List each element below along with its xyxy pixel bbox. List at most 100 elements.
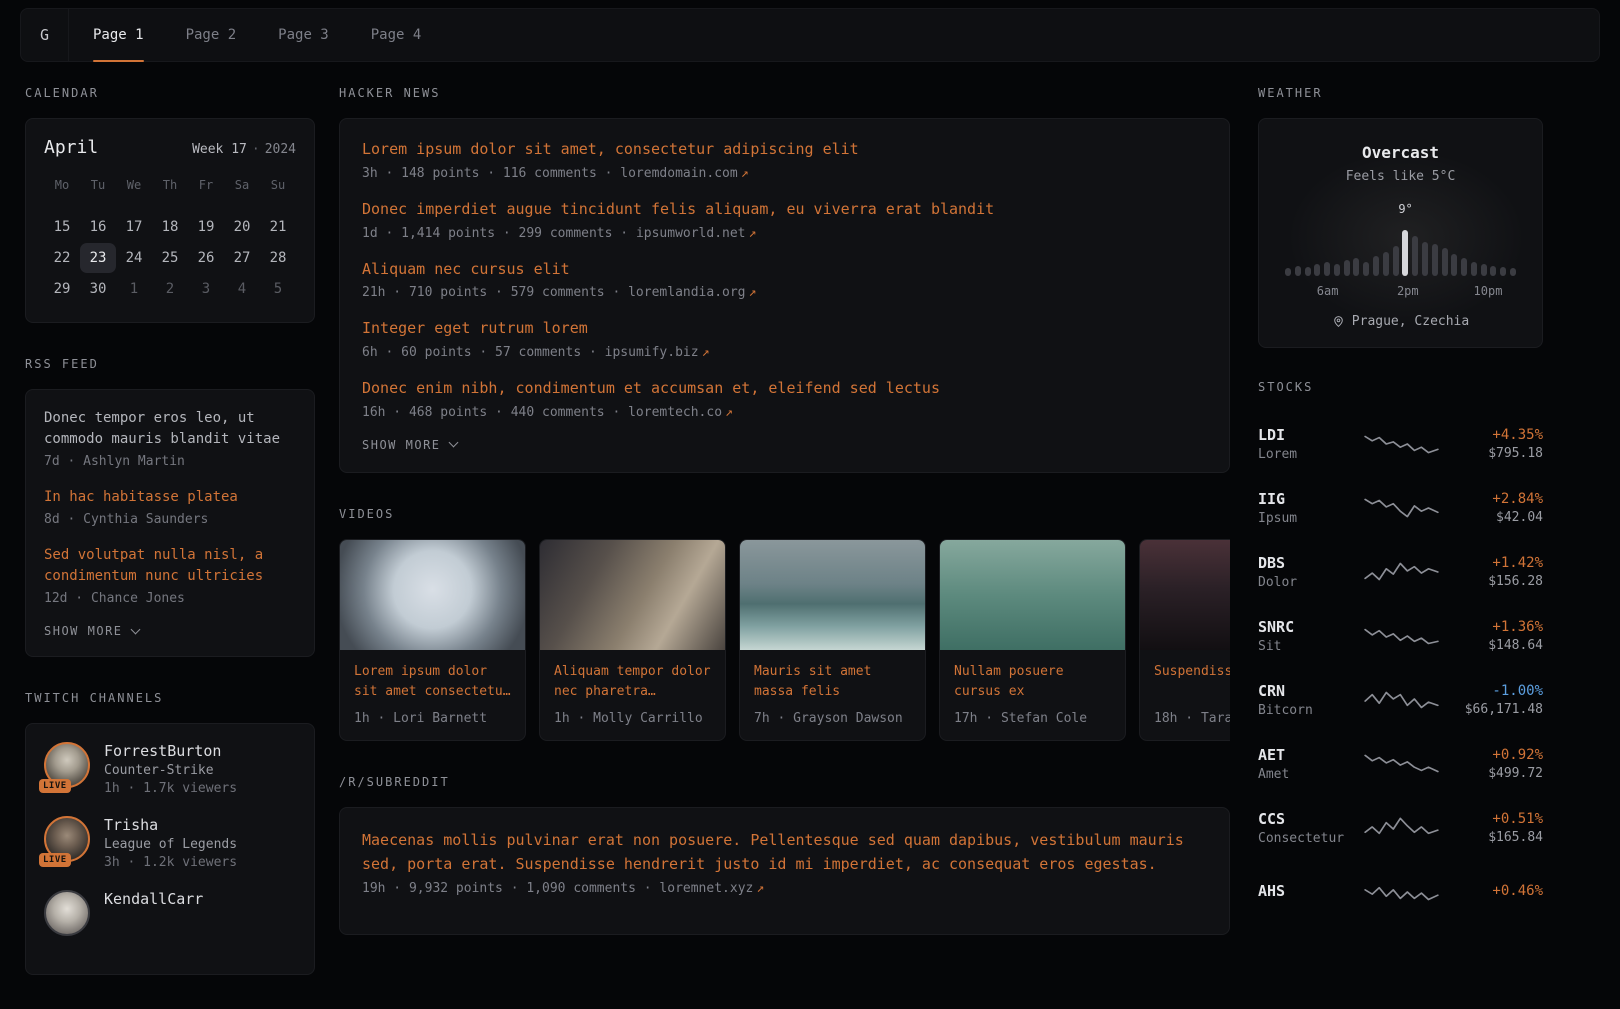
stock-price: $42.04 <box>1447 510 1543 525</box>
stock-row[interactable]: AHS +0.46% <box>1258 860 1543 924</box>
stock-change: +2.84% <box>1447 491 1543 507</box>
tab-page-2[interactable]: Page 2 <box>186 9 237 61</box>
top-bar: G Page 1 Page 2 Page 3 Page 4 <box>20 8 1600 62</box>
stock-row[interactable]: LDI Lorem +4.35% $795.18 <box>1258 412 1543 476</box>
stock-symbol: DBS <box>1258 554 1356 572</box>
hn-item-title[interactable]: Donec enim nibh, condimentum et accumsan… <box>362 378 1207 400</box>
hn-item-title[interactable]: Integer eget rutrum lorem <box>362 318 1207 340</box>
middle-column: HACKER NEWS Lorem ipsum dolor sit amet, … <box>339 86 1230 969</box>
weekday-label: We <box>116 172 152 198</box>
calendar-day: 24 <box>116 243 152 273</box>
rss-item-title[interactable]: Sed volutpat nulla nisl, a condimentum n… <box>44 545 296 587</box>
weather-bar <box>1393 246 1399 276</box>
hacker-news-section-title: HACKER NEWS <box>339 86 1230 100</box>
video-card[interactable]: Suspendisse diam 18h · Tara <box>1139 539 1230 741</box>
video-card-body: Suspendisse diam 18h · Tara <box>1140 650 1230 740</box>
stock-change: +1.36% <box>1447 619 1543 635</box>
external-link-icon: ↗ <box>749 285 757 300</box>
rss-item-meta: 12d · Chance Jones <box>44 591 296 606</box>
hn-item-title[interactable]: Donec imperdiet augue tincidunt felis al… <box>362 199 1207 221</box>
page-content: CALENDAR April Week 17·2024 Mo Tu We Th … <box>0 62 1620 1009</box>
show-more-label: SHOW MORE <box>362 438 441 452</box>
stock-sparkline <box>1356 685 1447 715</box>
external-link-icon: ↗ <box>702 345 710 360</box>
calendar-day: 21 <box>260 212 296 242</box>
stock-name: Lorem <box>1258 447 1356 462</box>
tab-page-3[interactable]: Page 3 <box>278 9 329 61</box>
subreddit-section-title: /R/SUBREDDIT <box>339 775 1230 789</box>
tab-page-1[interactable]: Page 1 <box>93 9 144 61</box>
hn-domain-link[interactable]: ipsumify.biz↗ <box>605 345 710 360</box>
stock-sparkline <box>1356 877 1447 907</box>
weather-bar <box>1422 242 1428 276</box>
stock-values: +1.42% $156.28 <box>1447 555 1543 589</box>
weather-bar <box>1412 236 1418 276</box>
chevron-down-icon <box>130 624 140 634</box>
weather-bar <box>1383 252 1389 276</box>
separator-dot: · <box>252 142 260 157</box>
stock-name: Dolor <box>1258 575 1356 590</box>
weather-bar <box>1363 262 1369 276</box>
twitch-channel-row[interactable]: KendallCarr <box>44 890 296 936</box>
stock-sparkline <box>1356 621 1447 651</box>
hn-domain-link[interactable]: ipsumworld.net↗ <box>636 226 756 241</box>
stock-row[interactable]: IIG Ipsum +2.84% $42.04 <box>1258 476 1543 540</box>
stock-change: +0.92% <box>1447 747 1543 763</box>
video-title: Suspendisse diam <box>1154 662 1230 702</box>
weather-bars: 9° <box>1279 202 1522 276</box>
channel-name: KendallCarr <box>104 890 203 908</box>
stock-price: $148.64 <box>1447 638 1543 653</box>
subreddit-domain-link[interactable]: loremnet.xyz↗ <box>659 881 764 896</box>
stock-row[interactable]: DBS Dolor +1.42% $156.28 <box>1258 540 1543 604</box>
stock-name: Sit <box>1258 639 1356 654</box>
video-card[interactable]: Mauris sit amet massa felis 7h · Grayson… <box>739 539 926 741</box>
app-logo[interactable]: G <box>21 9 69 61</box>
stock-identity: AHS <box>1258 882 1356 903</box>
rss-item-title[interactable]: Donec tempor eros leo, ut commodo mauris… <box>44 408 296 450</box>
weather-time-axis: 6am 2pm 10pm <box>1279 284 1522 300</box>
video-card[interactable]: Lorem ipsum dolor sit amet consectetu… 1… <box>339 539 526 741</box>
stock-row[interactable]: CCS Consectetur +0.51% $165.84 <box>1258 796 1543 860</box>
weather-bar <box>1324 262 1330 276</box>
rss-show-more-button[interactable]: SHOW MORE <box>44 624 296 638</box>
hn-meta-text: 16h · 468 points · 440 comments · <box>362 405 620 420</box>
hn-item-meta: 1d · 1,414 points · 299 comments · ipsum… <box>362 226 1207 241</box>
rss-item-title[interactable]: In hac habitasse platea <box>44 487 296 508</box>
stock-row[interactable]: SNRC Sit +1.36% $148.64 <box>1258 604 1543 668</box>
rss-item: Sed volutpat nulla nisl, a condimentum n… <box>44 545 296 606</box>
weather-bar <box>1432 244 1438 276</box>
video-card-body: Nullam posuere cursus ex 17h · Stefan Co… <box>940 650 1125 740</box>
hn-show-more-button[interactable]: SHOW MORE <box>362 438 1207 452</box>
video-card[interactable]: Aliquam tempor dolor nec pharetra… 1h · … <box>539 539 726 741</box>
calendar-section-title: CALENDAR <box>25 86 315 100</box>
hn-domain-link[interactable]: loremdomain.com↗ <box>620 166 748 181</box>
rss-item-meta: 7d · Ashlyn Martin <box>44 454 296 469</box>
subreddit-post-title[interactable]: Maecenas mollis pulvinar erat non posuer… <box>362 828 1207 876</box>
calendar-day: 29 <box>44 274 80 304</box>
hn-meta-text: 6h · 60 points · 57 comments · <box>362 345 597 360</box>
stock-row[interactable]: AET Amet +0.92% $499.72 <box>1258 732 1543 796</box>
subreddit-post-meta: 19h · 9,932 points · 1,090 comments · lo… <box>362 881 1207 896</box>
video-card[interactable]: Nullam posuere cursus ex 17h · Stefan Co… <box>939 539 1126 741</box>
stock-identity: CRN Bitcorn <box>1258 682 1356 718</box>
hn-item-title[interactable]: Aliquam nec cursus elit <box>362 259 1207 281</box>
rss-item: In hac habitasse platea 8d · Cynthia Sau… <box>44 487 296 527</box>
live-badge: LIVE <box>39 779 71 793</box>
stock-price: $156.28 <box>1447 574 1543 589</box>
hn-meta-text: 21h · 710 points · 579 comments · <box>362 285 620 300</box>
hn-domain-link[interactable]: loremtech.co↗ <box>628 405 733 420</box>
hn-item-title[interactable]: Lorem ipsum dolor sit amet, consectetur … <box>362 139 1207 161</box>
twitch-channel-row[interactable]: LIVE Trisha League of Legends 3h · 1.2k … <box>44 816 296 870</box>
tab-page-4[interactable]: Page 4 <box>371 9 422 61</box>
stock-symbol: CRN <box>1258 682 1356 700</box>
avatar <box>44 890 90 936</box>
hn-domain-link[interactable]: loremlandia.org↗ <box>628 285 756 300</box>
twitch-channel-row[interactable]: LIVE ForrestBurton Counter-Strike 1h · 1… <box>44 742 296 796</box>
stock-values: +4.35% $795.18 <box>1447 427 1543 461</box>
channel-meta: 3h · 1.2k viewers <box>104 855 237 870</box>
stock-row[interactable]: CRN Bitcorn -1.00% $66,171.48 <box>1258 668 1543 732</box>
videos-section-title: VIDEOS <box>339 507 1230 521</box>
subreddit-post: Maecenas mollis pulvinar erat non posuer… <box>362 828 1207 896</box>
stock-symbol: IIG <box>1258 490 1356 508</box>
weather-bar <box>1285 268 1291 276</box>
